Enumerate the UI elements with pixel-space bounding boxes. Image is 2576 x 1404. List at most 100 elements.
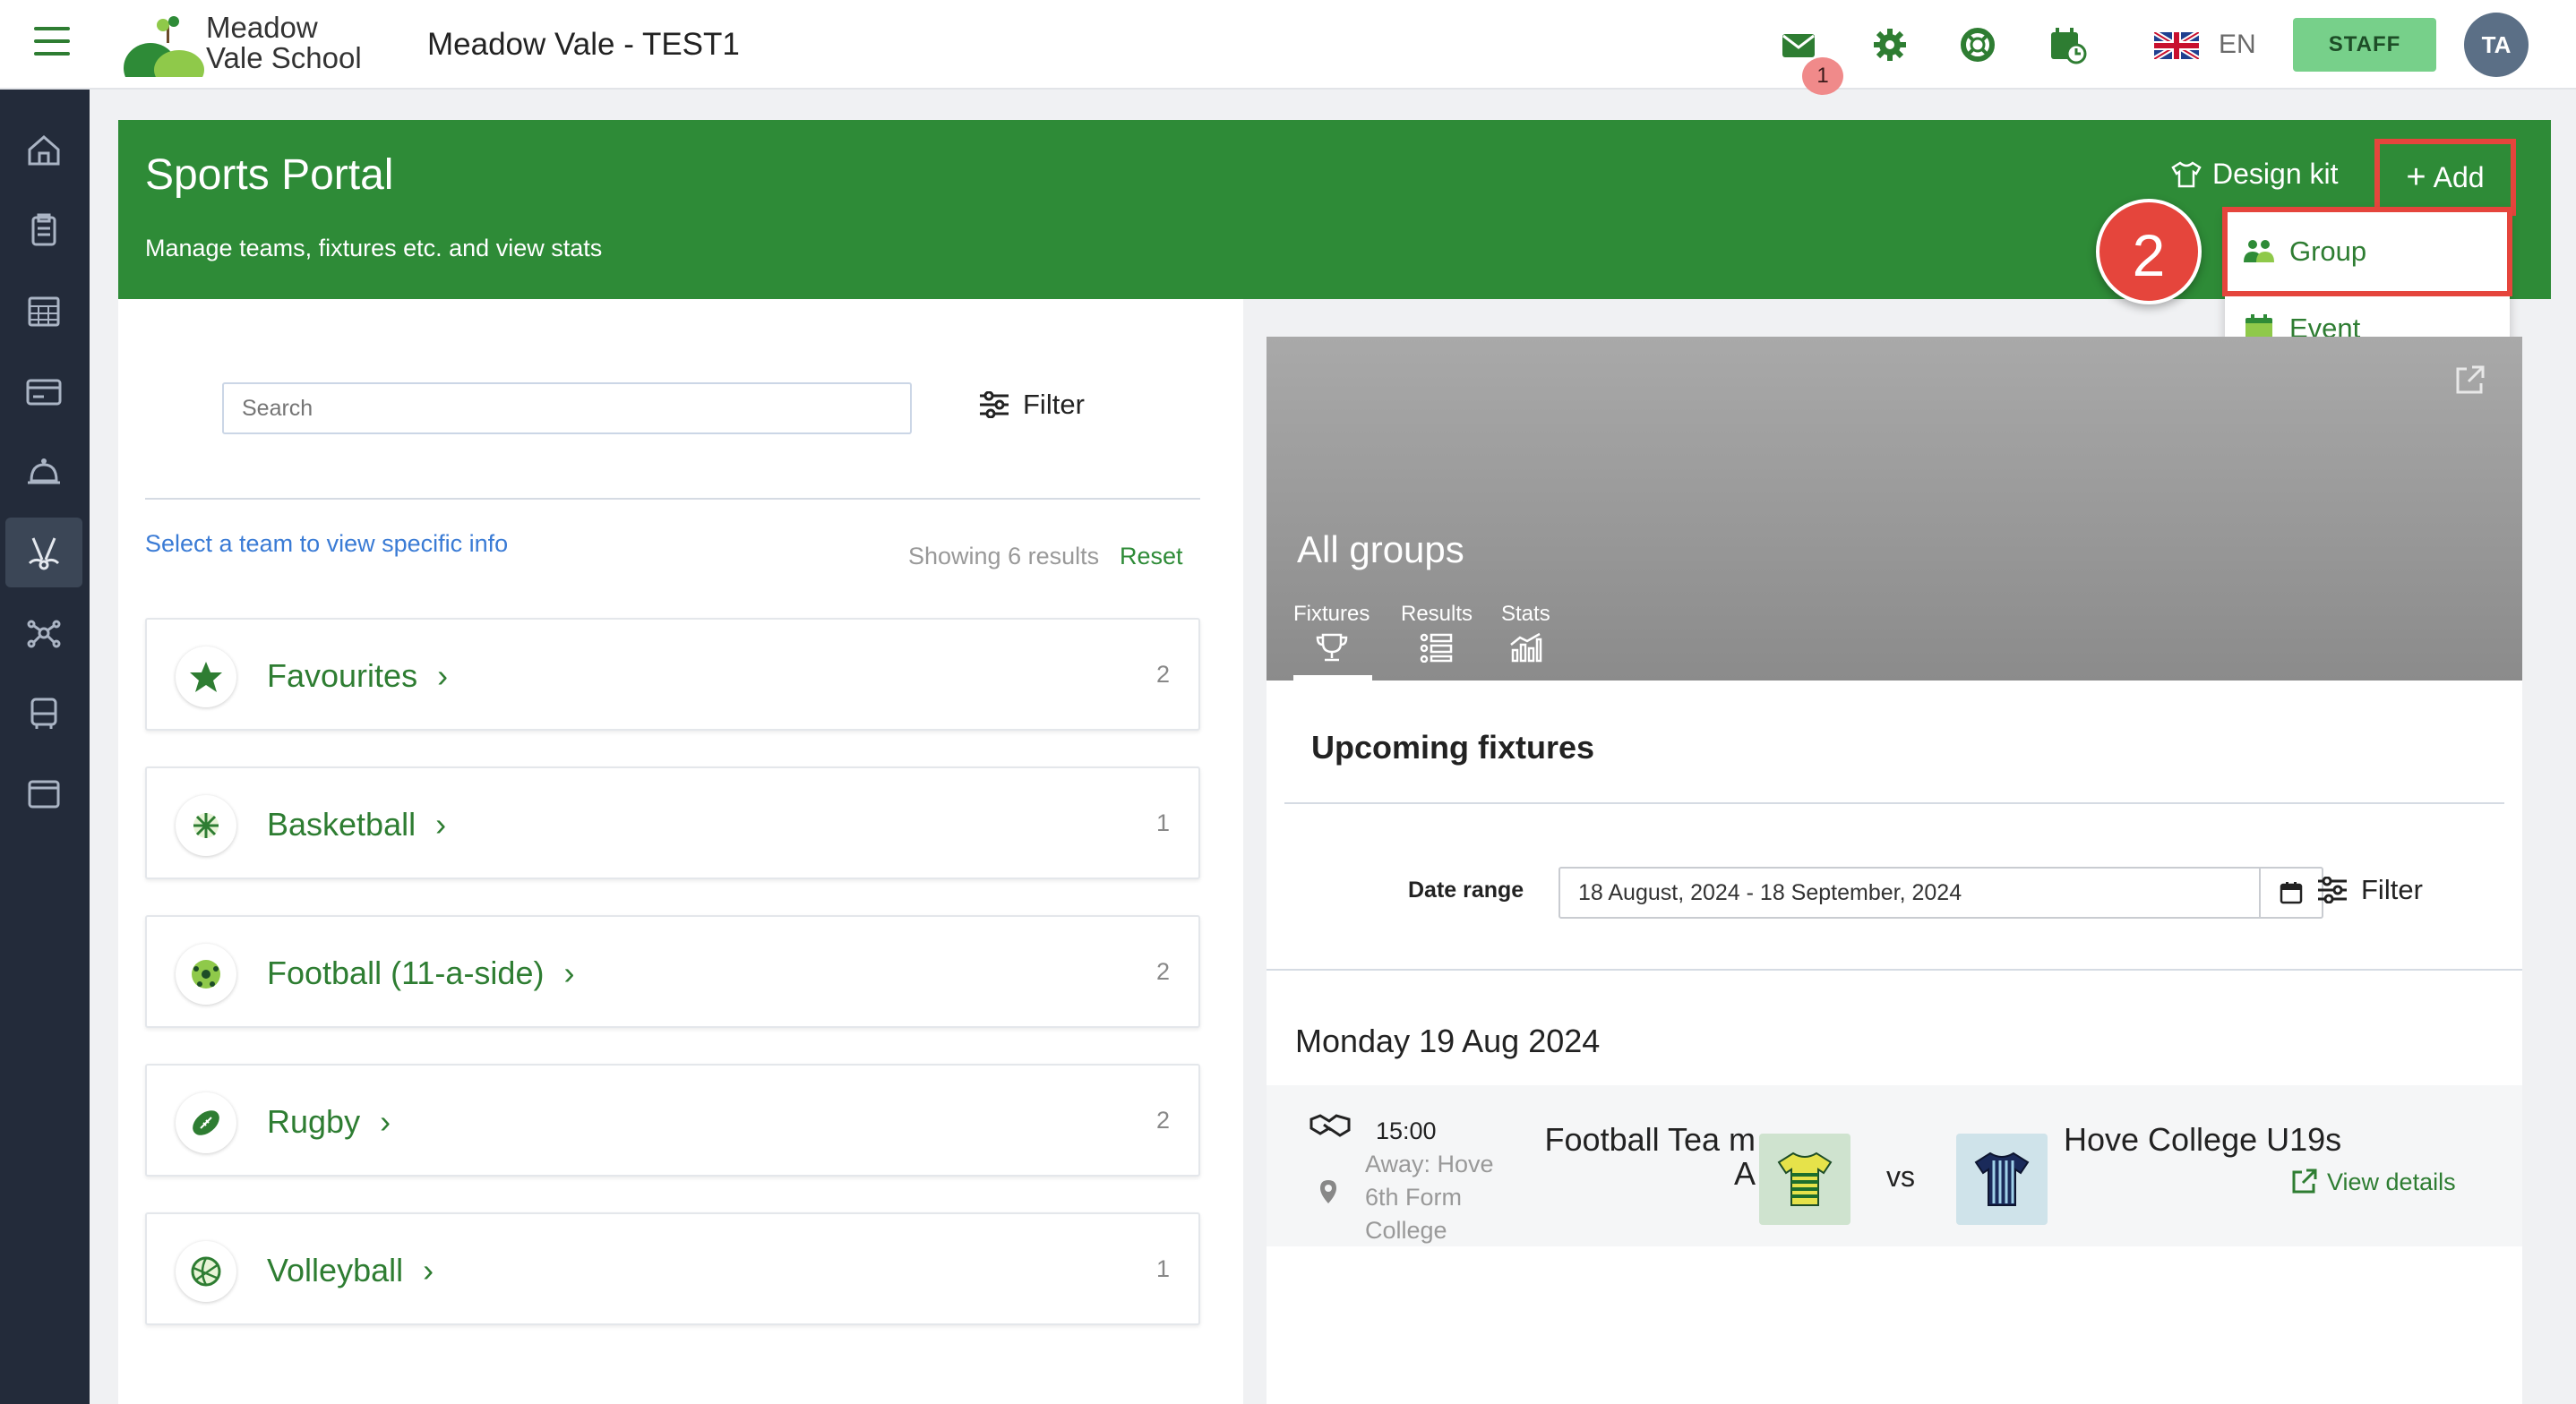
home-team-name: Football Tea m A [1544,1121,1756,1192]
trophy-icon [1316,633,1347,662]
day-heading: Monday 19 Aug 2024 [1295,1023,1601,1059]
chevron-right-icon: › [423,1252,434,1288]
team-card-volleyball[interactable]: Volleyball › 1 [145,1212,1200,1325]
active-tab-indicator [1293,675,1372,681]
sidebar-bell-icon[interactable] [5,437,82,507]
team-count: 2 [1155,661,1170,688]
team-count: 2 [1155,1107,1170,1134]
tab-stats[interactable]: Stats [1501,602,1550,663]
basketball-icon [176,795,236,856]
tab-label: Results [1401,602,1473,626]
vs-label: vs [1886,1160,1915,1193]
menu-item-label: Group [2289,235,2367,267]
sidebar-card-icon[interactable] [5,356,82,426]
team-count: 1 [1155,809,1170,836]
hero-title: All groups [1297,528,1464,570]
group-icon [2244,240,2274,262]
stats-icon [1510,632,1542,663]
menu-item-group[interactable]: Group [2222,207,2512,296]
chevron-right-icon: › [380,1103,391,1140]
app-title: Meadow Vale - TEST1 [427,27,740,62]
teams-panel: Filter Select a team to view specific in… [118,299,1243,1404]
add-button[interactable]: + Add [2374,139,2516,216]
page-title: Sports Portal [145,151,394,199]
results-count: Showing 6 results [908,543,1100,569]
team-card-basketball[interactable]: Basketball › 1 [145,766,1200,879]
plus-icon: + [2406,158,2426,196]
search-input[interactable] [222,382,912,434]
results-icon [1420,633,1453,663]
staff-button[interactable]: STAFF [2293,18,2436,72]
sidebar-home-icon[interactable] [5,115,82,184]
sliders-icon [2318,877,2347,903]
sidebar-network-icon[interactable] [5,598,82,668]
page-subtitle: Manage teams, fixtures etc. and view sta… [145,235,603,261]
location-pin-icon [1320,1180,1336,1203]
fixtures-filter-button[interactable]: Filter [2316,874,2423,906]
tab-label: Fixtures [1293,602,1370,626]
filter-label: Filter [2361,874,2423,905]
view-details-link[interactable]: View details [2289,1168,2456,1196]
star-icon [176,646,236,707]
lifebuoy-icon[interactable] [1958,25,1997,64]
team-count: 2 [1155,958,1170,985]
divider [145,498,1200,500]
date-range-input[interactable] [1558,867,2261,919]
step-marker: 2 [2096,199,2202,304]
logo-hills-icon [124,16,204,93]
sidebar-sports-icon[interactable] [5,518,82,587]
school-name: Meadow Vale School [206,11,362,74]
team-card-football[interactable]: Football (11-a-side) › 2 [145,915,1200,1028]
mail-badge: 1 [1802,57,1843,95]
add-label: Add [2433,160,2485,193]
tshirt-icon [2171,160,2202,187]
football-icon [176,944,236,1005]
view-details-label: View details [2327,1168,2456,1195]
sidebar-clipboard-icon[interactable] [5,195,82,265]
rugby-icon [176,1092,236,1153]
avatar[interactable]: TA [2464,13,2529,77]
design-kit-label: Design kit [2212,158,2339,190]
uk-flag-icon[interactable] [2152,30,2201,62]
sliders-icon [980,391,1009,418]
home-kit-icon [1759,1134,1850,1225]
team-count: 1 [1155,1255,1170,1282]
gear-icon[interactable] [1870,25,1910,64]
team-card-favourites[interactable]: Favourites › 2 [145,618,1200,731]
language-selector[interactable]: EN [2219,30,2256,60]
team-name: Rugby [267,1103,361,1140]
sidebar-calendar-grid-icon[interactable] [5,276,82,346]
team-name: Football (11-a-side) [267,955,545,991]
filter-button[interactable]: Filter [978,389,1085,421]
divider [1284,802,2504,804]
fixture-location: Away: Hove 6th Form College [1365,1151,1494,1244]
tab-fixtures[interactable]: Fixtures [1293,602,1370,663]
away-team-name: Hove College U19s [2064,1121,2342,1158]
calendar-clock-icon[interactable] [2048,25,2087,64]
select-team-hint[interactable]: Select a team to view specific info [145,530,508,558]
divider [1267,969,2522,971]
fixture-row[interactable]: 15:00 Away: Hove 6th Form College Footba… [1267,1085,2522,1246]
design-kit-button[interactable]: Design kit [2169,158,2339,191]
away-kit-icon [1956,1134,2048,1225]
external-link-icon[interactable] [2452,364,2486,398]
volleyball-icon [176,1241,236,1302]
groups-hero: All groups Fixtures Results Stats [1267,337,2522,681]
chevron-right-icon: › [435,806,447,843]
external-link-icon [2292,1169,2317,1194]
hamburger-menu-icon[interactable] [34,27,70,57]
team-name: Basketball [267,806,416,843]
calendar-picker-icon[interactable] [2259,867,2323,919]
handshake-icon [1309,1114,1351,1137]
tab-label: Stats [1501,602,1550,626]
sidebar [0,90,90,1404]
team-name: Volleyball [267,1252,404,1288]
reset-link[interactable]: Reset [1120,543,1183,570]
team-name: Favourites [267,657,418,694]
sidebar-bus-icon[interactable] [5,679,82,749]
sidebar-window-icon[interactable] [5,759,82,829]
groups-panel: All groups Fixtures Results Stats Upcomi… [1267,337,2522,1404]
team-card-rugby[interactable]: Rugby › 2 [145,1064,1200,1177]
tab-results[interactable]: Results [1401,602,1473,663]
school-logo[interactable]: Meadow Vale School [124,11,365,93]
